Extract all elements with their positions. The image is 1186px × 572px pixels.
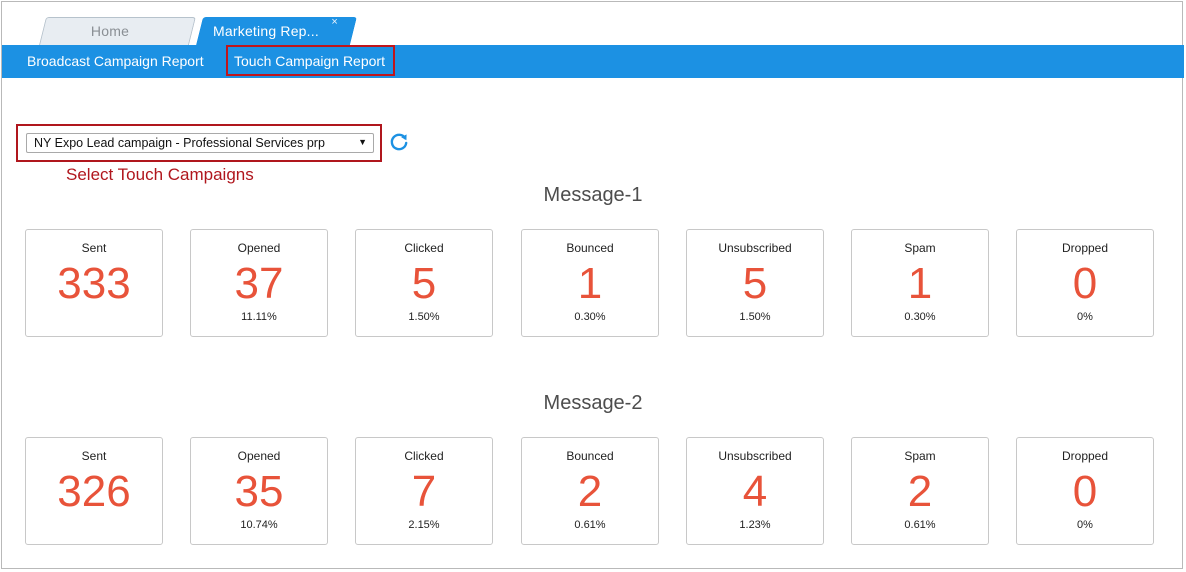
stat-card-unsubscribed: Unsubscribed 4 1.23% (686, 437, 824, 545)
stat-label: Clicked (404, 449, 444, 463)
stat-label: Bounced (566, 449, 614, 463)
stat-value: 326 (57, 467, 131, 516)
stat-value: 0 (1072, 467, 1098, 516)
stat-label: Opened (237, 449, 281, 463)
stat-value: 4 (742, 467, 768, 516)
stat-card-spam: Spam 2 0.61% (851, 437, 989, 545)
close-icon[interactable]: × (331, 16, 338, 28)
stat-percent: 2.15% (408, 519, 440, 531)
message-1-title: Message-1 (543, 184, 643, 206)
stat-label: Dropped (1061, 241, 1109, 255)
stat-card-bounced: Bounced 2 0.61% (521, 437, 659, 545)
stat-card-sent: Sent 326 (25, 437, 163, 545)
stat-value: 333 (57, 259, 131, 308)
campaign-select-highlight: NY Expo Lead campaign - Professional Ser… (16, 124, 382, 162)
stat-label: Dropped (1061, 449, 1109, 463)
stat-card-unsubscribed: Unsubscribed 5 1.50% (686, 229, 824, 337)
campaign-select-value: NY Expo Lead campaign - Professional Ser… (34, 136, 325, 150)
stat-value: 7 (411, 467, 437, 516)
stat-label: Opened (237, 241, 281, 255)
stat-card-bounced: Bounced 1 0.30% (521, 229, 659, 337)
stat-card-opened: Opened 37 11.11% (190, 229, 328, 337)
stat-label: Unsubscribed (718, 241, 792, 255)
select-campaign-hint: Select Touch Campaigns (66, 165, 254, 184)
stat-label: Sent (81, 241, 107, 255)
tab-marketing-label: Marketing Rep... (213, 23, 319, 39)
stat-value: 1 (907, 259, 933, 308)
stat-percent: 0.61% (574, 519, 606, 531)
dropdown-arrow-icon: ▼ (358, 137, 367, 147)
stat-value: 1 (577, 259, 603, 308)
stat-label: Spam (904, 449, 936, 463)
stat-value: 37 (234, 259, 284, 308)
stat-percent: 1.23% (739, 519, 771, 531)
stat-card-dropped: Dropped 0 0% (1016, 437, 1154, 545)
stat-card-sent: Sent 333 (25, 229, 163, 337)
stat-percent: 0.30% (574, 311, 606, 323)
stat-percent: 11.11% (241, 311, 277, 323)
campaign-select[interactable]: NY Expo Lead campaign - Professional Ser… (26, 133, 374, 153)
stat-value: 0 (1072, 259, 1098, 308)
refresh-icon[interactable] (389, 132, 409, 152)
nav-broadcast-campaign-report[interactable]: Broadcast Campaign Report (27, 45, 204, 78)
stat-percent: 0.61% (904, 519, 936, 531)
stat-card-clicked: Clicked 5 1.50% (355, 229, 493, 337)
report-nav-bar: Broadcast Campaign Report Touch Campaign… (2, 45, 1184, 78)
stat-value: 35 (234, 467, 284, 516)
stat-label: Unsubscribed (718, 449, 792, 463)
stat-card-clicked: Clicked 7 2.15% (355, 437, 493, 545)
stat-card-opened: Opened 35 10.74% (190, 437, 328, 545)
stat-label: Spam (904, 241, 936, 255)
message-2-title: Message-2 (543, 392, 643, 414)
stat-label: Clicked (404, 241, 444, 255)
tab-home-label: Home (90, 23, 130, 39)
tab-home[interactable]: Home (39, 17, 196, 45)
stat-card-dropped: Dropped 0 0% (1016, 229, 1154, 337)
stat-percent: 0% (1077, 519, 1093, 531)
stat-value: 5 (742, 259, 768, 308)
stat-card-spam: Spam 1 0.30% (851, 229, 989, 337)
stat-percent: 1.50% (408, 311, 440, 323)
stat-percent: 0.30% (904, 311, 936, 323)
tab-marketing-reports[interactable]: Marketing Rep... × (196, 16, 357, 45)
nav-touch-campaign-report[interactable]: Touch Campaign Report (226, 45, 395, 76)
stat-percent: 10.74% (240, 519, 278, 531)
stat-percent: 1.50% (739, 311, 771, 323)
stat-label: Bounced (566, 241, 614, 255)
stat-value: 2 (577, 467, 603, 516)
stat-label: Sent (81, 449, 107, 463)
stat-value: 5 (411, 259, 437, 308)
stat-percent: 0% (1077, 311, 1093, 323)
stat-value: 2 (907, 467, 933, 516)
